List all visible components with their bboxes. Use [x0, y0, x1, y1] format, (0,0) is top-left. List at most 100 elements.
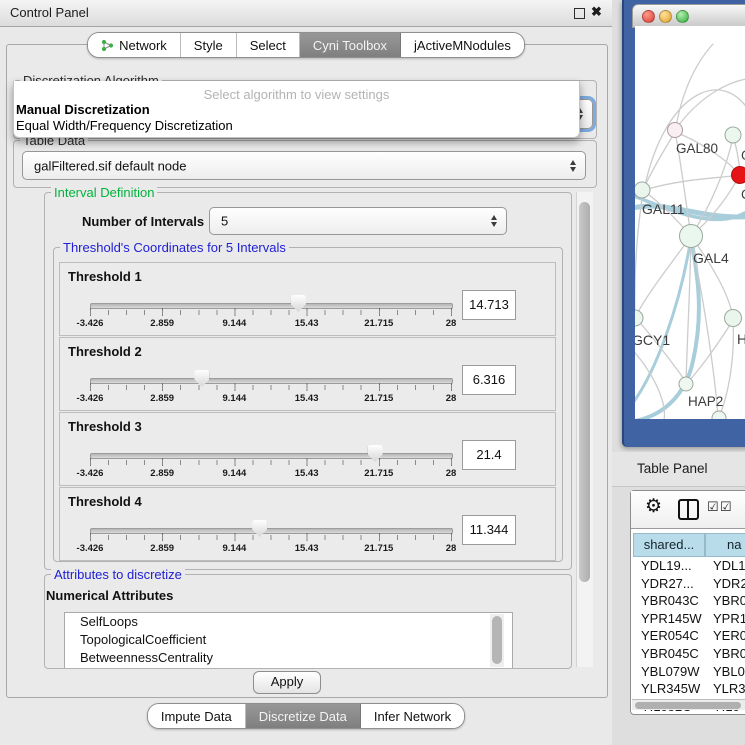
split-columns-icon[interactable]: [678, 499, 699, 520]
table-row[interactable]: YER054CYER0: [633, 627, 745, 645]
table-toolbar: ⚙ ☑ ☑: [631, 491, 745, 529]
network-window-titlebar[interactable]: [632, 4, 745, 28]
popup-option-equal-width-frequency[interactable]: Equal Width/Frequency Discretization: [16, 118, 233, 133]
panel-scrollbar[interactable]: [576, 192, 593, 667]
slider-tick-labels: -3.4262.8599.14415.4321.71528: [90, 468, 451, 480]
control-panel-tabbar: Network Style Select Cyni Toolbox jActiv…: [0, 32, 612, 58]
slider-minor-ticks: [90, 535, 452, 540]
column-header-shared-name[interactable]: shared...: [633, 533, 705, 557]
tab-jactivemnodules[interactable]: jActiveMNodules: [401, 33, 524, 57]
checkbox-icon[interactable]: ☑: [720, 500, 732, 513]
table-row[interactable]: YBR043CYBR0: [633, 592, 745, 610]
numerical-attributes-list[interactable]: SelfLoopsTopologicalCoefficientBetweenne…: [64, 612, 513, 668]
tab-style[interactable]: Style: [181, 33, 237, 57]
network-canvas[interactable]: GAL80GACGAL11GAL4GCY1HHAP2: [635, 26, 745, 419]
table-row[interactable]: YDL19...YDL1: [633, 557, 745, 575]
thresholds-group-title: Threshold's Coordinates for 5 Intervals: [60, 240, 289, 255]
tick-label: -3.426: [77, 318, 104, 329]
table-row[interactable]: YDR27...YDR2: [633, 575, 745, 593]
threshold-4-value-field[interactable]: 11.344: [462, 515, 516, 545]
list-item-BetweennessCentrality[interactable]: BetweennessCentrality: [65, 649, 512, 667]
network-node-gal4[interactable]: [680, 225, 703, 248]
algorithm-dropdown-popup: Select algorithm to view settings Manual…: [13, 81, 580, 138]
node-label-GAL11: GAL11: [642, 201, 685, 217]
table-data-value: galFiltered.sif default node: [34, 158, 186, 173]
list-scrollbar[interactable]: [490, 614, 504, 667]
list-item-TopologicalCoefficient[interactable]: TopologicalCoefficient: [65, 631, 512, 649]
threshold-4-slider[interactable]: -3.4262.8599.14415.4321.71528: [90, 488, 451, 560]
table-data-combobox[interactable]: galFiltered.sif default node: [22, 151, 586, 180]
combo-arrows-icon: [491, 215, 497, 227]
network-node-gal11[interactable]: [635, 182, 650, 198]
table-horizontal-scrollbar[interactable]: [632, 699, 745, 710]
network-edge[interactable]: [644, 175, 739, 190]
number-of-intervals-combobox[interactable]: 5: [209, 207, 507, 235]
threshold-3-slider[interactable]: -3.4262.8599.14415.4321.71528: [90, 413, 451, 485]
tab-discretize-data[interactable]: Discretize Data: [246, 704, 361, 728]
zoom-traffic-light-icon[interactable]: [676, 10, 689, 23]
column-header-name[interactable]: na: [705, 533, 745, 557]
table-row[interactable]: YBR045CYBR0: [633, 645, 745, 663]
threshold-1-panel: Threshold 1 -3.4262.8599.14415.4321.7152…: [59, 262, 556, 336]
node-label-H: H: [737, 331, 745, 347]
table-row[interactable]: YBL079WYBL0: [633, 663, 745, 681]
tab-infer-network[interactable]: Infer Network: [361, 704, 464, 728]
popup-option-manual-discretization[interactable]: Manual Discretization: [16, 102, 150, 117]
attributes-group-title: Attributes to discretize: [51, 567, 185, 582]
network-node-red[interactable]: [732, 167, 745, 184]
tick-label: 9.144: [223, 318, 247, 329]
tab-select[interactable]: Select: [237, 33, 300, 57]
slider-minor-ticks: [90, 460, 452, 465]
network-node-left-small[interactable]: [635, 310, 643, 326]
threshold-2-panel: Threshold 2 -3.4262.8599.14415.4321.7152…: [59, 337, 556, 411]
slider-tick-labels: -3.4262.8599.14415.4321.71528: [90, 318, 451, 330]
tick-label: -3.426: [77, 543, 104, 554]
tick-label: 15.43: [295, 468, 319, 479]
threshold-1-slider[interactable]: -3.4262.8599.14415.4321.71528: [90, 263, 451, 335]
threshold-2-value-field[interactable]: 6.316: [462, 365, 516, 395]
apply-button[interactable]: Apply: [253, 671, 321, 694]
network-node-pink[interactable]: [668, 123, 683, 138]
tab-cyni-toolbox[interactable]: Cyni Toolbox: [300, 33, 401, 57]
threshold-1-value-field[interactable]: 14.713: [462, 290, 516, 320]
table-panel-window: ⚙ ☑ ☑ shared... na YDL19...YDL1YDR27...Y…: [630, 490, 745, 715]
table-scrollbar-thumb[interactable]: [635, 702, 741, 709]
table-row[interactable]: YLR345WYLR3: [633, 680, 745, 698]
tab-impute-data[interactable]: Impute Data: [148, 704, 246, 728]
tick-label: 9.144: [223, 468, 247, 479]
close-traffic-light-icon[interactable]: [642, 10, 655, 23]
network-node-green-top-right[interactable]: [725, 127, 741, 143]
threshold-3-value-field[interactable]: 21.4: [462, 440, 516, 470]
tick-label: 15.43: [295, 543, 319, 554]
network-node-hap2[interactable]: [679, 377, 693, 391]
table-panel-title: Table Panel: [637, 461, 708, 476]
gear-icon[interactable]: ⚙: [645, 497, 662, 516]
network-node-bottom-partial[interactable]: [712, 411, 726, 419]
slider-tick-labels: -3.4262.8599.14415.4321.71528: [90, 543, 451, 555]
right-workspace: GAL80GACGAL11GAL4GCY1HHAP2 Table Panel ⚙…: [612, 0, 745, 745]
tick-label: 15.43: [295, 318, 319, 329]
tick-label: -3.426: [77, 393, 104, 404]
threshold-2-slider[interactable]: -3.4262.8599.14415.4321.71528: [90, 338, 451, 410]
network-node-right-mid[interactable]: [725, 310, 742, 327]
node-label-GAL4: GAL4: [693, 250, 729, 266]
node-label-HAP2: HAP2: [688, 394, 723, 409]
node-label-GA: GA: [741, 148, 745, 163]
node-label-C: C: [741, 187, 745, 202]
list-item-SelfLoops[interactable]: SelfLoops: [65, 613, 512, 631]
float-window-icon[interactable]: [574, 8, 585, 19]
panel-scrollbar-thumb[interactable]: [579, 202, 590, 582]
minimize-traffic-light-icon[interactable]: [659, 10, 672, 23]
network-edge[interactable]: [635, 346, 664, 419]
close-icon[interactable]: ✖: [591, 4, 602, 20]
numerical-attributes-header: Numerical Attributes: [46, 588, 173, 603]
table-row[interactable]: YPR145WYPR1: [633, 610, 745, 628]
slider-tick-labels: -3.4262.8599.14415.4321.71528: [90, 393, 451, 405]
network-edge[interactable]: [675, 44, 713, 132]
tick-label: 28: [446, 318, 457, 329]
tick-label: 2.859: [150, 468, 174, 479]
checkbox-icon[interactable]: ☑: [707, 500, 719, 513]
table-header: shared... na: [631, 533, 745, 556]
combo-arrows-icon: [570, 160, 576, 172]
tab-network[interactable]: Network: [88, 33, 181, 57]
